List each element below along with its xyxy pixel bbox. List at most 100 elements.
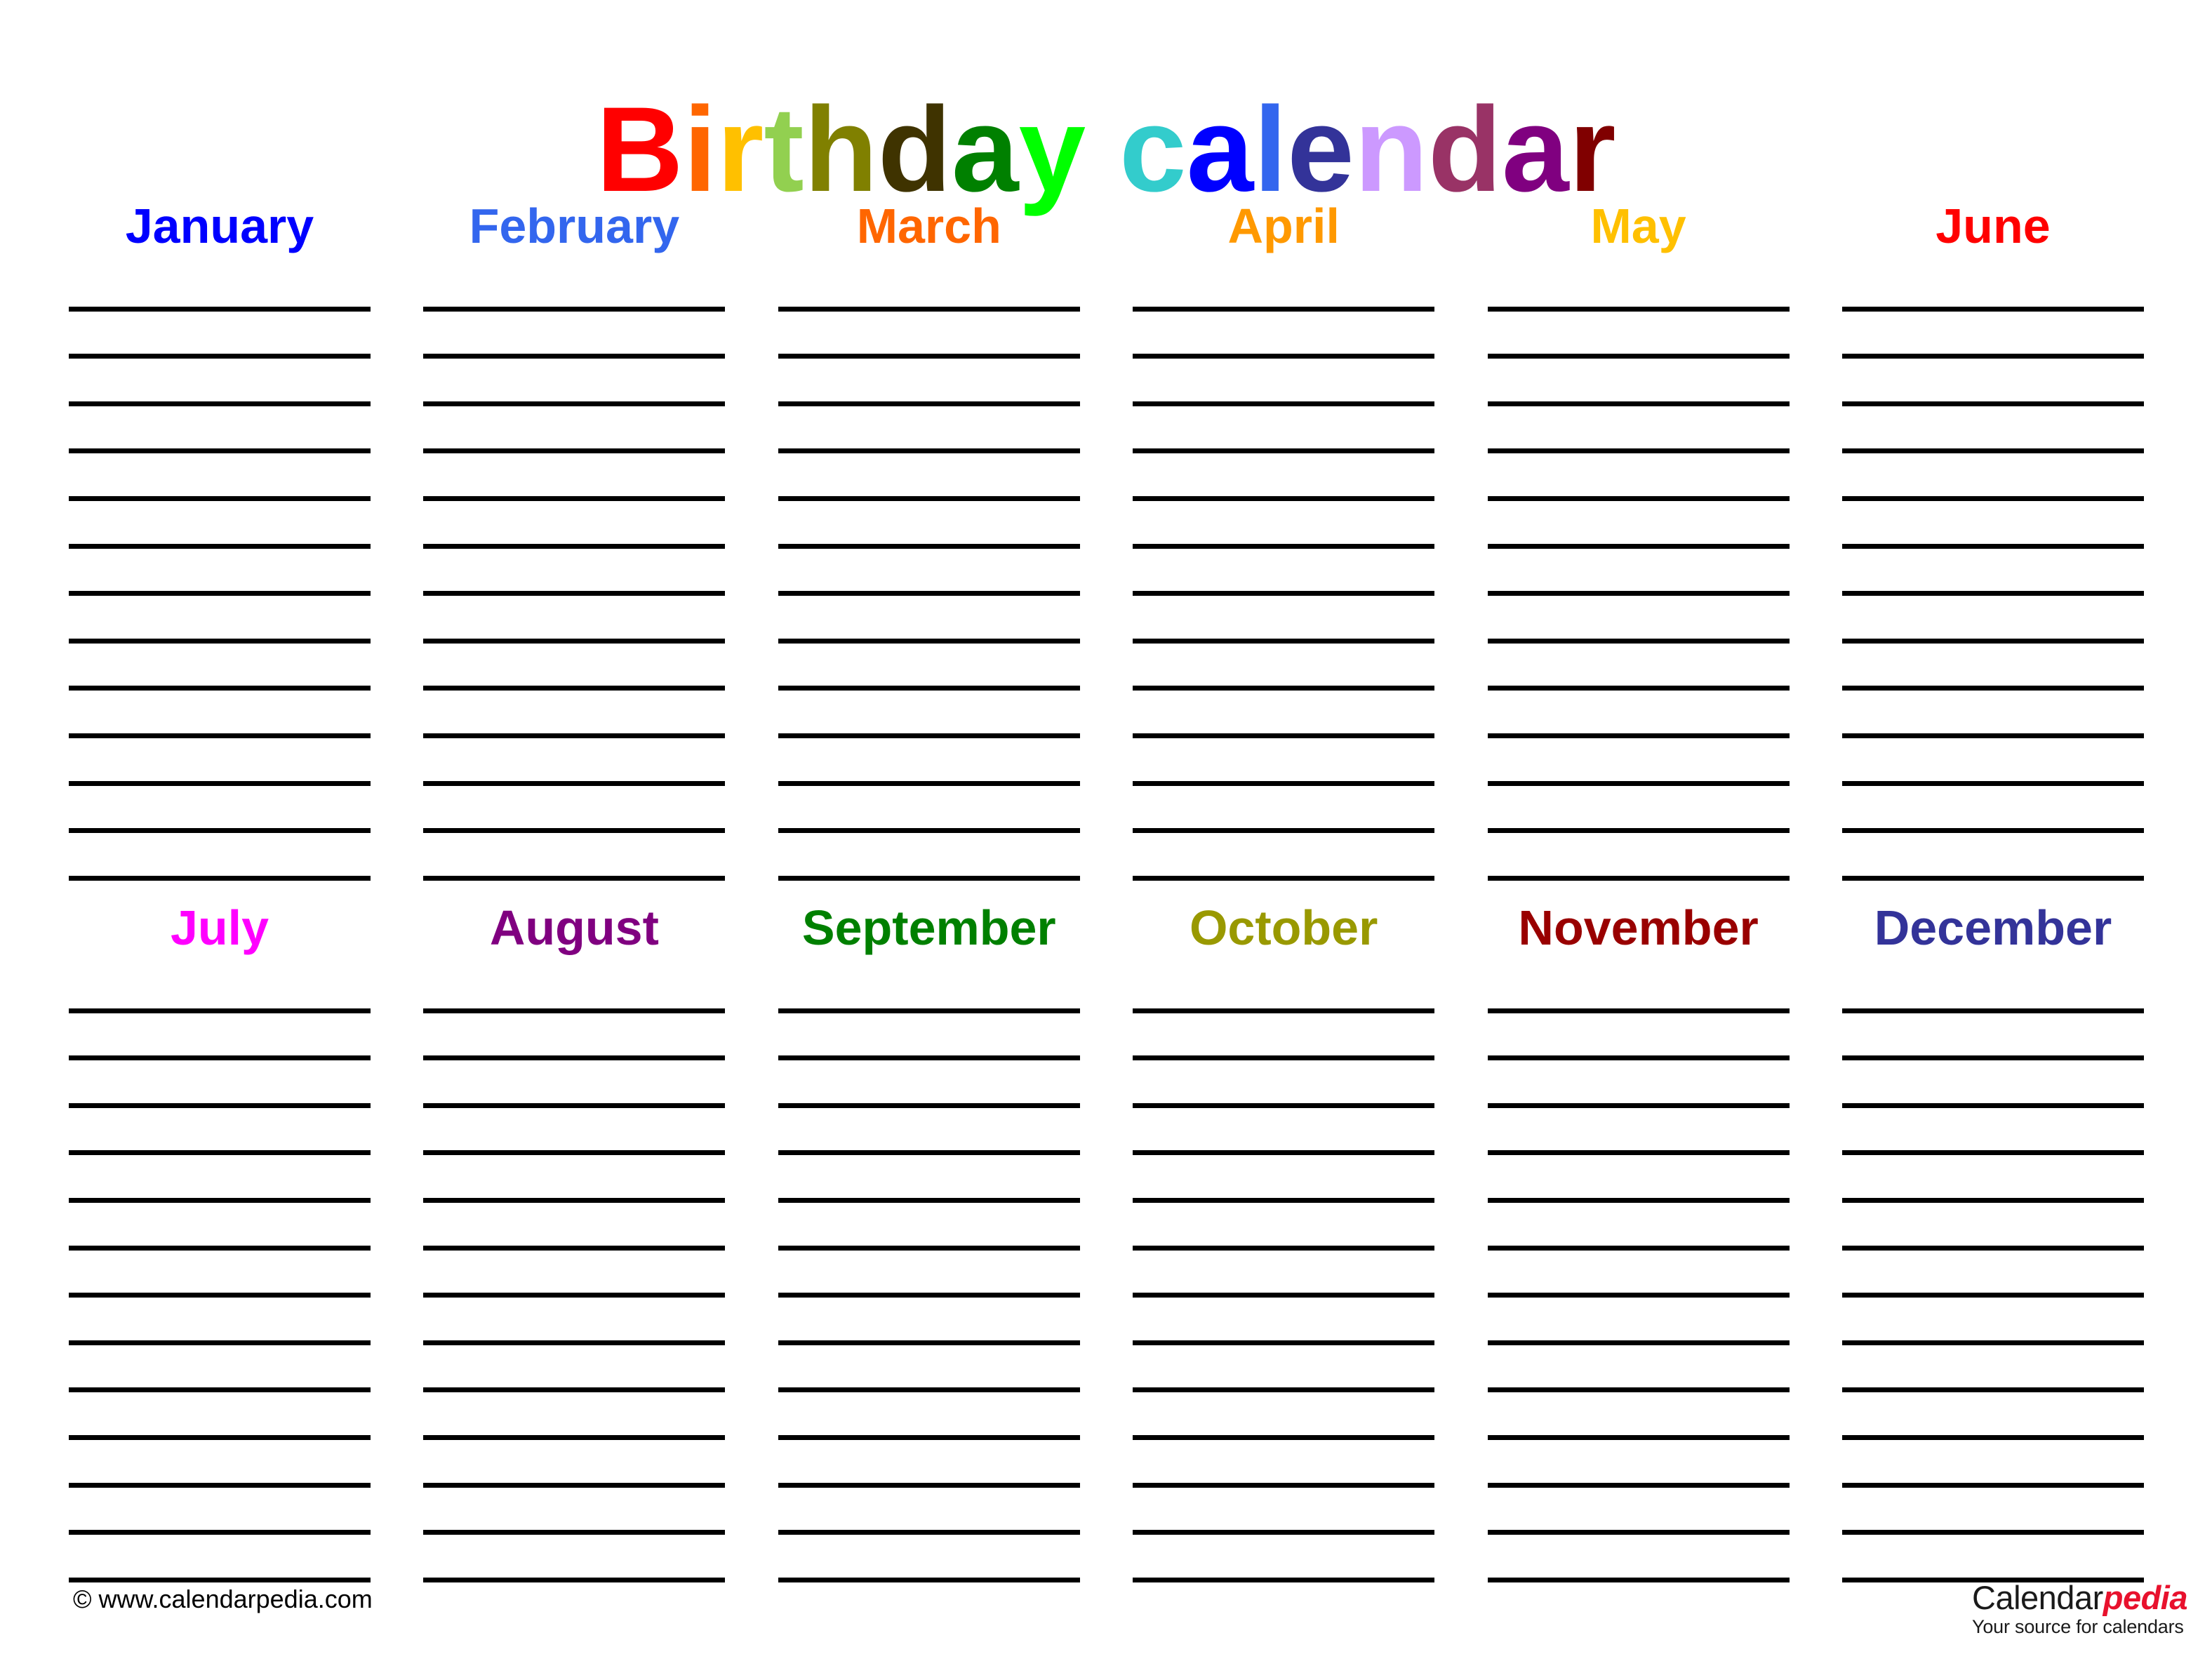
entry-line[interactable]: [1841, 1060, 2144, 1108]
entry-line[interactable]: [423, 644, 726, 691]
entry-line[interactable]: [778, 453, 1080, 501]
entry-line[interactable]: [1841, 312, 2144, 359]
entry-line[interactable]: [423, 786, 726, 834]
entry-line[interactable]: [69, 786, 371, 834]
entry-line[interactable]: [1487, 966, 1790, 1013]
entry-line[interactable]: [69, 1392, 371, 1440]
entry-line[interactable]: [1841, 1203, 2144, 1251]
entry-line[interactable]: [1487, 406, 1790, 454]
entry-line[interactable]: [778, 1060, 1080, 1108]
entry-line[interactable]: [1487, 1298, 1790, 1345]
entry-line[interactable]: [1133, 1392, 1435, 1440]
entry-line[interactable]: [69, 264, 371, 312]
entry-line[interactable]: [1133, 833, 1435, 881]
entry-line[interactable]: [778, 738, 1080, 786]
entry-line[interactable]: [69, 406, 371, 454]
entry-line[interactable]: [1487, 596, 1790, 644]
entry-line[interactable]: [423, 312, 726, 359]
entry-line[interactable]: [778, 1203, 1080, 1251]
entry-line[interactable]: [1841, 966, 2144, 1013]
entry-line[interactable]: [1841, 1013, 2144, 1061]
entry-line[interactable]: [1133, 1108, 1435, 1156]
entry-line[interactable]: [423, 738, 726, 786]
entry-line[interactable]: [69, 501, 371, 549]
entry-line[interactable]: [778, 966, 1080, 1013]
entry-line[interactable]: [1841, 359, 2144, 406]
entry-line[interactable]: [423, 549, 726, 596]
entry-line[interactable]: [778, 1155, 1080, 1203]
entry-line[interactable]: [423, 1488, 726, 1535]
entry-line[interactable]: [69, 1108, 371, 1156]
entry-line[interactable]: [1841, 1345, 2144, 1393]
entry-line[interactable]: [423, 406, 726, 454]
entry-line[interactable]: [69, 359, 371, 406]
entry-line[interactable]: [1487, 786, 1790, 834]
entry-line[interactable]: [423, 1060, 726, 1108]
entry-line[interactable]: [1841, 1488, 2144, 1535]
entry-line[interactable]: [423, 1298, 726, 1345]
entry-line[interactable]: [1487, 1060, 1790, 1108]
entry-line[interactable]: [1487, 453, 1790, 501]
entry-line[interactable]: [69, 1155, 371, 1203]
entry-line[interactable]: [69, 453, 371, 501]
entry-line[interactable]: [1487, 691, 1790, 738]
entry-line[interactable]: [1841, 1298, 2144, 1345]
entry-line[interactable]: [423, 264, 726, 312]
entry-line[interactable]: [1487, 264, 1790, 312]
entry-line[interactable]: [1841, 691, 2144, 738]
entry-line[interactable]: [1133, 501, 1435, 549]
entry-line[interactable]: [423, 1013, 726, 1061]
entry-line[interactable]: [1841, 453, 2144, 501]
entry-line[interactable]: [423, 1440, 726, 1488]
entry-line[interactable]: [1133, 359, 1435, 406]
entry-line[interactable]: [423, 966, 726, 1013]
entry-line[interactable]: [778, 359, 1080, 406]
entry-line[interactable]: [69, 1440, 371, 1488]
entry-line[interactable]: [1133, 786, 1435, 834]
entry-line[interactable]: [778, 786, 1080, 834]
entry-line[interactable]: [423, 1108, 726, 1156]
entry-line[interactable]: [1133, 1440, 1435, 1488]
entry-line[interactable]: [1487, 1013, 1790, 1061]
entry-line[interactable]: [1487, 1155, 1790, 1203]
entry-line[interactable]: [778, 501, 1080, 549]
entry-line[interactable]: [778, 1488, 1080, 1535]
entry-line[interactable]: [778, 264, 1080, 312]
entry-line[interactable]: [1487, 549, 1790, 596]
entry-line[interactable]: [1133, 1298, 1435, 1345]
entry-line[interactable]: [1487, 1203, 1790, 1251]
entry-line[interactable]: [778, 1440, 1080, 1488]
entry-line[interactable]: [778, 1251, 1080, 1298]
entry-line[interactable]: [778, 549, 1080, 596]
entry-line[interactable]: [1487, 1108, 1790, 1156]
entry-line[interactable]: [69, 1060, 371, 1108]
entry-line[interactable]: [778, 691, 1080, 738]
entry-line[interactable]: [1133, 738, 1435, 786]
entry-line[interactable]: [1133, 1345, 1435, 1393]
entry-line[interactable]: [1133, 1535, 1435, 1582]
entry-line[interactable]: [1841, 501, 2144, 549]
entry-line[interactable]: [1487, 1535, 1790, 1582]
entry-line[interactable]: [1133, 312, 1435, 359]
entry-line[interactable]: [69, 833, 371, 881]
entry-line[interactable]: [1133, 549, 1435, 596]
entry-line[interactable]: [1133, 453, 1435, 501]
entry-line[interactable]: [1133, 1060, 1435, 1108]
entry-line[interactable]: [423, 1392, 726, 1440]
entry-line[interactable]: [423, 691, 726, 738]
entry-line[interactable]: [1133, 966, 1435, 1013]
entry-line[interactable]: [423, 833, 726, 881]
entry-line[interactable]: [778, 596, 1080, 644]
entry-line[interactable]: [1841, 1440, 2144, 1488]
entry-line[interactable]: [69, 596, 371, 644]
entry-line[interactable]: [1841, 1392, 2144, 1440]
entry-line[interactable]: [1841, 786, 2144, 834]
entry-line[interactable]: [423, 1251, 726, 1298]
entry-line[interactable]: [1487, 1345, 1790, 1393]
entry-line[interactable]: [778, 833, 1080, 881]
entry-line[interactable]: [1487, 1251, 1790, 1298]
entry-line[interactable]: [1133, 1251, 1435, 1298]
entry-line[interactable]: [1841, 738, 2144, 786]
entry-line[interactable]: [423, 1535, 726, 1582]
entry-line[interactable]: [1133, 1203, 1435, 1251]
